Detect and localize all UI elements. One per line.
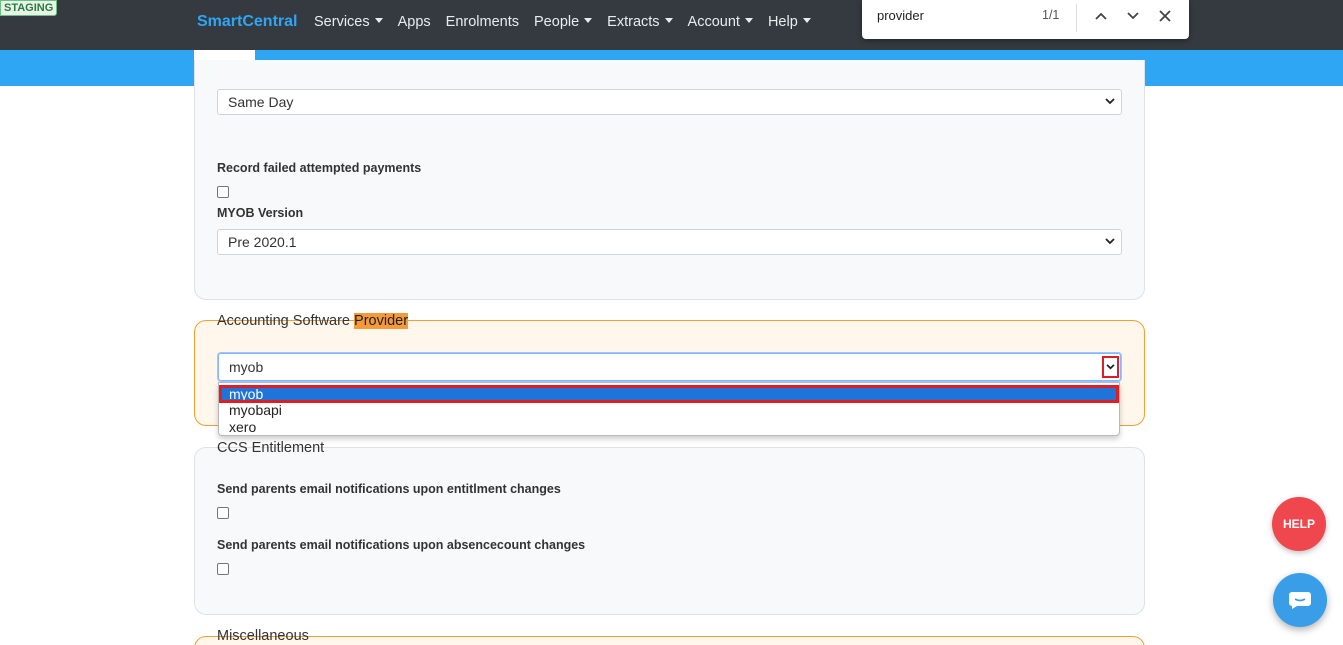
menu-apps[interactable]: Apps [398, 14, 431, 30]
page: SmartCentral Services Apps Enrolments Pe… [0, 0, 1343, 645]
chevron-down-icon [1106, 364, 1115, 370]
chevron-down-icon [1105, 98, 1115, 105]
option-myobapi[interactable]: myobapi [219, 401, 1119, 419]
menu-enrolments[interactable]: Enrolments [446, 14, 519, 30]
brand-logo[interactable]: SmartCentral [197, 13, 297, 31]
record-failed-checkbox[interactable] [217, 186, 229, 198]
caret-down-icon [802, 18, 811, 23]
find-highlight: Provider [354, 313, 409, 329]
caret-down-icon [664, 18, 673, 23]
menu-people[interactable]: People [534, 14, 593, 30]
misc-legend: Miscellaneous [217, 628, 309, 644]
divider [1076, 4, 1077, 32]
caret-down-icon [744, 18, 753, 23]
ccs-legend: CCS Entitlement [217, 440, 325, 456]
env-badge: STAGING [0, 0, 58, 16]
caret-down-icon [374, 18, 383, 23]
entitlement-notify-label: Send parents email notifications upon en… [217, 482, 561, 496]
menu-extracts[interactable]: Extracts [607, 14, 673, 30]
myob-version-label: MYOB Version [217, 206, 304, 220]
provider-dropdown-list: myob myobapi xero [218, 382, 1120, 436]
close-icon [1159, 10, 1171, 22]
chat-button[interactable] [1273, 573, 1327, 627]
absence-notify-checkbox[interactable] [217, 563, 229, 575]
accounting-provider-select[interactable]: myob [218, 353, 1121, 381]
accounting-provider-legend: Accounting Software Provider [217, 313, 409, 329]
absence-notify-label: Send parents email notifications upon ab… [217, 538, 586, 552]
chevron-down-icon [1105, 238, 1115, 245]
chat-icon [1289, 592, 1311, 609]
dropdown-toggle-button[interactable] [1102, 356, 1119, 378]
main-menu: Services Apps Enrolments People Extracts… [314, 14, 826, 30]
find-close-button[interactable] [1154, 6, 1176, 26]
option-xero[interactable]: xero [219, 418, 1119, 436]
miscellaneous-panel: Miscellaneous [194, 628, 1145, 645]
help-button[interactable]: HELP [1272, 497, 1326, 551]
ccs-entitlement-panel: CCS Entitlement [194, 440, 1145, 615]
find-next-button[interactable] [1122, 6, 1144, 26]
caret-down-icon [584, 18, 593, 23]
chevron-up-icon [1095, 12, 1107, 20]
menu-services[interactable]: Services [314, 14, 383, 30]
chevron-down-icon [1127, 12, 1139, 20]
find-previous-button[interactable] [1090, 6, 1112, 26]
payment-timing-select[interactable]: Same Day [217, 89, 1122, 115]
find-bar: provider 1/1 [862, 0, 1189, 39]
menu-account[interactable]: Account [688, 14, 753, 30]
entitlement-notify-checkbox[interactable] [217, 507, 229, 519]
find-input[interactable]: provider [877, 8, 924, 23]
menu-help[interactable]: Help [768, 14, 811, 30]
myob-version-select[interactable]: Pre 2020.1 [217, 229, 1122, 255]
find-match-count: 1/1 [1042, 8, 1060, 22]
record-failed-label: Record failed attempted payments [217, 161, 422, 175]
